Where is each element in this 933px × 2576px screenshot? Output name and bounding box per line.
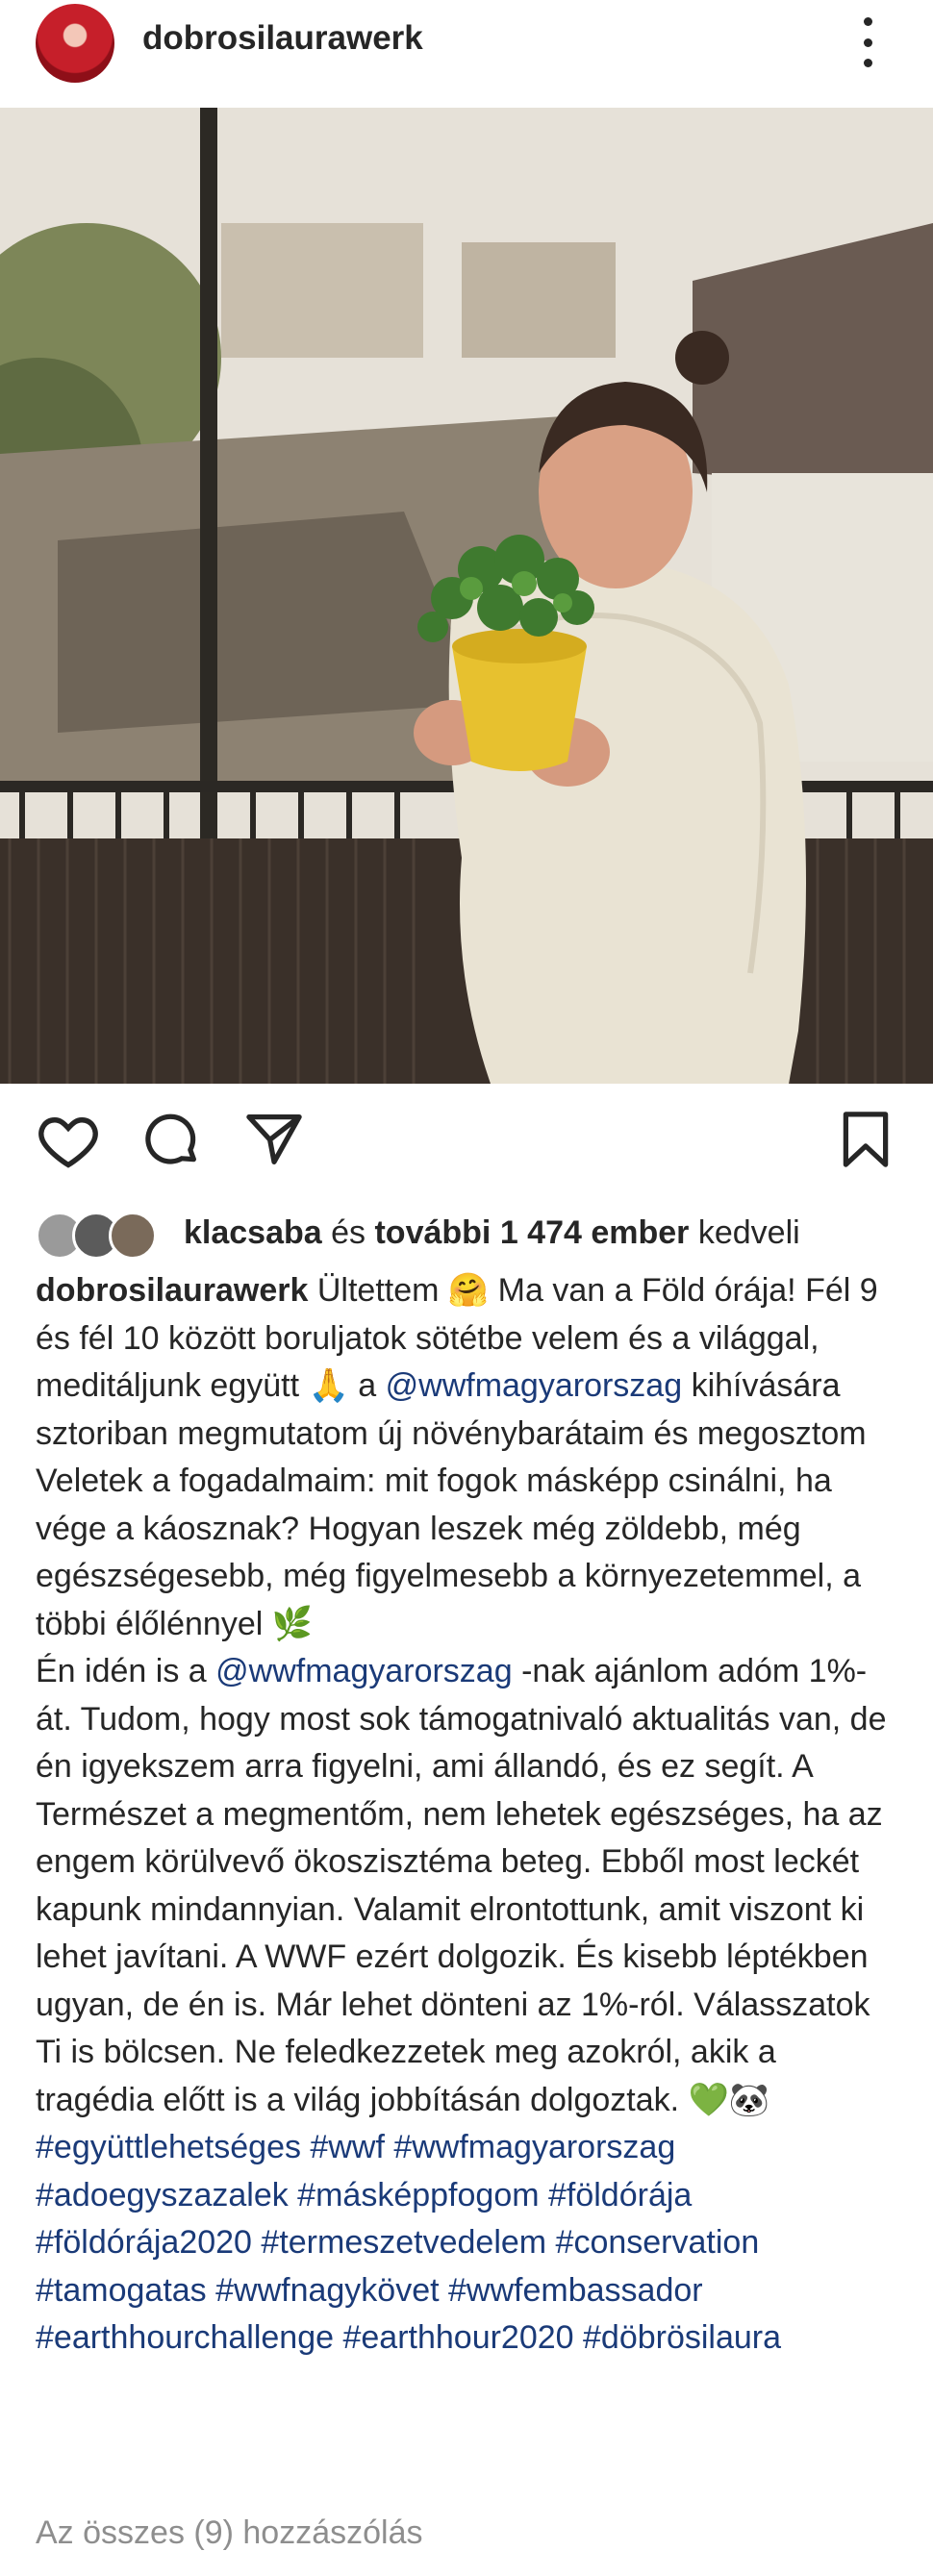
caption-text: -nak ajánlom adóm 1%-át. Tudom, hogy mos… [36, 1653, 887, 2118]
bookmark-icon[interactable] [834, 1108, 897, 1171]
liker-avatars [36, 1210, 170, 1260]
caption-text: Én idén is a [36, 1653, 216, 1689]
post-caption: dobrosilaurawerk Ültettem 🤗 Ma van a Föl… [36, 1267, 901, 2363]
mention-link[interactable]: @wwfmagyarorszag [386, 1367, 683, 1404]
heart-icon[interactable] [36, 1108, 101, 1173]
action-bar [0, 1096, 933, 1192]
send-icon[interactable] [242, 1108, 306, 1171]
likes-summary[interactable]: klacsaba és további 1 474 ember kedveli [36, 1210, 800, 1260]
liker-username[interactable]: klacsaba [184, 1214, 322, 1251]
post-header: dobrosilaurawerk [0, 0, 933, 108]
mention-link[interactable]: @wwfmagyarorszag [215, 1653, 513, 1689]
more-vertical-icon[interactable] [856, 17, 879, 67]
comment-icon[interactable] [139, 1108, 203, 1171]
likes-text: klacsaba és további 1 474 ember kedveli [184, 1213, 800, 1251]
caption-text: kihívására sztoriban megmutatom új növén… [36, 1367, 867, 1642]
avatar[interactable] [36, 4, 114, 83]
caption-username[interactable]: dobrosilaurawerk [36, 1272, 308, 1309]
post-image[interactable] [0, 108, 933, 1084]
post-username[interactable]: dobrosilaurawerk [142, 19, 423, 58]
avatar [109, 1212, 157, 1260]
likes-others[interactable]: további 1 474 ember [374, 1214, 689, 1251]
hashtags[interactable]: #együttlehetséges #wwf #wwfmagyarorszag … [36, 2129, 781, 2356]
view-all-comments-link[interactable]: Az összes (9) hozzászólás [36, 2514, 423, 2552]
